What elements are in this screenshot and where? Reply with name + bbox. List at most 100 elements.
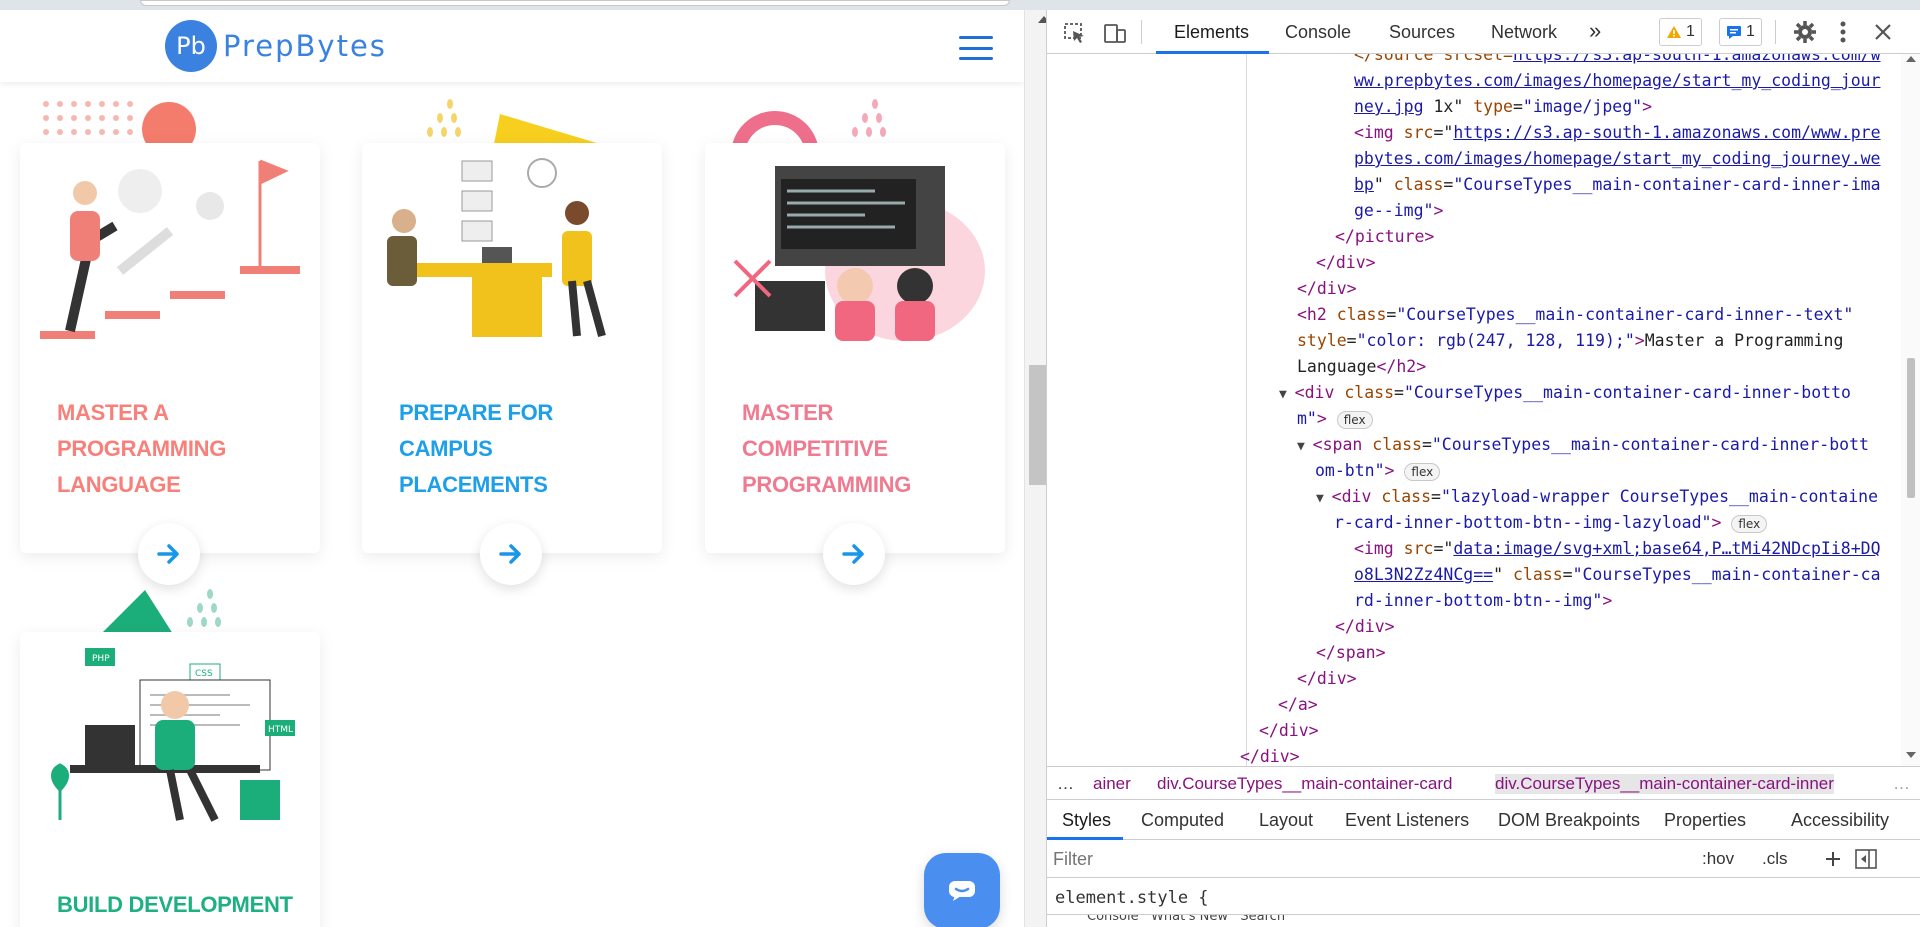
tab-dom-breakpoints[interactable]: DOM Breakpoints xyxy=(1498,810,1640,831)
dom-line[interactable]: </a> xyxy=(1278,692,1318,718)
dom-line[interactable]: <h2 class="CourseTypes__main-container-c… xyxy=(1297,302,1853,328)
toolbar-divider xyxy=(1775,20,1776,44)
course-card-competitive[interactable]: Master Competitive Programming xyxy=(705,143,1005,585)
css-label: CSS xyxy=(195,669,213,679)
chat-button[interactable] xyxy=(924,853,1000,927)
tab-properties[interactable]: Properties xyxy=(1664,810,1746,831)
inspect-element-icon[interactable] xyxy=(1063,22,1087,44)
dom-line[interactable]: </source srcset=https://s3.ap-south-1.am… xyxy=(1354,54,1881,68)
more-tabs-button[interactable]: » xyxy=(1589,18,1601,44)
devtools-toolbar: Elements Console Sources Network » 1 1 xyxy=(1047,10,1920,54)
breadcrumb: … ainer div.CourseTypes__main-container-… xyxy=(1047,766,1920,800)
warnings-badge[interactable]: 1 xyxy=(1659,18,1702,46)
messages-badge[interactable]: 1 xyxy=(1719,18,1762,46)
dom-line[interactable]: </div> xyxy=(1335,614,1395,640)
dom-line[interactable]: o8L3N2Zz4NCg==" class="CourseTypes__main… xyxy=(1354,562,1881,588)
dom-line[interactable]: bp" class="CourseTypes__main-container-c… xyxy=(1354,172,1881,198)
styles-filter-input[interactable] xyxy=(1053,846,1693,872)
dom-line[interactable]: ge--img"> xyxy=(1354,198,1443,224)
dom-line[interactable]: <img src="https://s3.ap-south-1.amazonaw… xyxy=(1354,120,1881,146)
browser-top-strip xyxy=(0,0,1920,10)
dom-line[interactable]: </div> xyxy=(1259,718,1319,744)
tab-accessibility[interactable]: Accessibility xyxy=(1791,810,1889,831)
arrow-right-icon xyxy=(842,544,864,564)
dom-line[interactable]: r-card-inner-bottom-btn--img-lazyload"> … xyxy=(1334,510,1768,536)
tab-console[interactable]: Console xyxy=(1285,22,1351,43)
dom-line[interactable]: </div> xyxy=(1240,744,1300,766)
drawer-tabs[interactable]: Console What's New Search xyxy=(1087,915,1285,924)
php-label: PHP xyxy=(92,654,110,664)
element-style-rule[interactable]: element.style { xyxy=(1055,888,1209,908)
elements-dom-tree: </source srcset=https://s3.ap-south-1.am… xyxy=(1047,54,1920,766)
arrow-right-icon xyxy=(499,544,521,564)
illustration-staircase xyxy=(30,151,310,351)
course-card-placements[interactable]: Prepare for Campus Placements xyxy=(362,143,662,585)
dom-line[interactable]: m"> flex xyxy=(1297,406,1373,432)
breadcrumb-more[interactable]: … xyxy=(1057,774,1074,794)
warnings-count: 1 xyxy=(1686,23,1695,40)
dom-line[interactable]: style="color: rgb(247, 128, 119);">Maste… xyxy=(1297,328,1843,354)
card-title: Prepare for Campus Placements xyxy=(399,400,553,497)
card-title: Master Competitive Programming xyxy=(742,400,912,497)
dom-line[interactable]: ww.prepbytes.com/images/homepage/start_m… xyxy=(1354,68,1881,94)
breadcrumb-item-selected[interactable]: div.CourseTypes__main-container-card-inn… xyxy=(1495,774,1834,794)
dom-line[interactable]: ▼ <span class="CourseTypes__main-contain… xyxy=(1297,432,1869,460)
hov-toggle[interactable]: :hov xyxy=(1702,849,1734,869)
scroll-down-arrow-icon[interactable] xyxy=(1906,752,1916,758)
settings-gear-icon[interactable] xyxy=(1793,20,1817,44)
hamburger-menu-icon[interactable] xyxy=(959,36,993,60)
dom-line[interactable]: pbytes.com/images/homepage/start_my_codi… xyxy=(1354,146,1881,172)
new-style-rule-icon[interactable] xyxy=(1825,851,1841,867)
site-header: Pb PrepBytes xyxy=(0,10,1024,82)
scroll-up-arrow-icon[interactable] xyxy=(1906,56,1916,62)
toggle-sidebar-icon[interactable] xyxy=(1855,849,1877,869)
course-card-development[interactable]: PHP CSS HTML Build Development xyxy=(20,632,320,927)
dom-line[interactable]: ▼ <div class="CourseTypes__main-containe… xyxy=(1279,380,1851,408)
dom-line[interactable]: </div> xyxy=(1297,666,1357,692)
dom-line[interactable]: <img src="data:image/svg+xml;base64,P…tM… xyxy=(1354,536,1881,562)
dom-line[interactable]: </picture> xyxy=(1335,224,1434,250)
dom-line[interactable]: rd-inner-bottom-btn--img"> xyxy=(1354,588,1612,614)
tab-layout[interactable]: Layout xyxy=(1259,810,1313,831)
course-card-programming[interactable]: Master a Programming Language xyxy=(20,143,320,585)
indent-guide xyxy=(1246,54,1247,766)
dom-line[interactable]: </div> xyxy=(1297,276,1357,302)
tab-styles[interactable]: Styles xyxy=(1062,810,1111,831)
dom-line[interactable]: ▼ <div class="lazyload-wrapper CourseTyp… xyxy=(1316,484,1878,512)
flex-badge[interactable]: flex xyxy=(1731,514,1768,533)
dom-line[interactable]: </span> xyxy=(1316,640,1386,666)
flex-badge[interactable]: flex xyxy=(1336,410,1373,429)
card-arrow-button[interactable] xyxy=(138,523,200,585)
card-arrow-button[interactable] xyxy=(823,523,885,585)
styles-filter-bar: :hov .cls xyxy=(1047,840,1920,878)
logo-text: PrepBytes xyxy=(223,29,387,63)
devtools-panel: Elements Console Sources Network » 1 1 <… xyxy=(1046,10,1920,927)
breadcrumb-item[interactable]: div.CourseTypes__main-container-card xyxy=(1157,774,1452,794)
dom-line[interactable]: om-btn"> flex xyxy=(1315,458,1441,484)
cls-toggle[interactable]: .cls xyxy=(1762,849,1788,869)
card-title: Master a Programming Language xyxy=(57,400,227,497)
breadcrumb-item[interactable]: ainer xyxy=(1093,774,1131,794)
tab-event-listeners[interactable]: Event Listeners xyxy=(1345,810,1469,831)
tab-computed[interactable]: Computed xyxy=(1141,810,1224,831)
more-options-icon[interactable] xyxy=(1839,20,1847,44)
messages-count: 1 xyxy=(1746,23,1755,40)
close-devtools-icon[interactable] xyxy=(1873,22,1893,42)
tab-sources[interactable]: Sources xyxy=(1389,22,1455,43)
dom-line[interactable]: Language</h2> xyxy=(1297,354,1426,380)
breadcrumb-more[interactable]: … xyxy=(1893,774,1910,794)
site-logo[interactable]: Pb PrepBytes xyxy=(165,20,387,72)
arrow-right-icon xyxy=(157,544,179,564)
tab-network[interactable]: Network xyxy=(1491,22,1557,43)
dom-tree-scrollbar[interactable] xyxy=(1901,54,1920,766)
card-arrow-button[interactable] xyxy=(480,523,542,585)
dom-line[interactable]: ney.jpg 1x" type="image/jpeg"> xyxy=(1354,94,1652,120)
flex-badge[interactable]: flex xyxy=(1404,462,1441,481)
dom-line[interactable]: </div> xyxy=(1316,250,1376,276)
device-toolbar-icon[interactable] xyxy=(1103,22,1127,44)
address-bar-edge xyxy=(140,0,1010,6)
console-drawer: Console What's New Search xyxy=(1047,914,1920,927)
dom-tree-scrollbar-thumb[interactable] xyxy=(1907,358,1915,498)
illustration-interview xyxy=(372,151,652,351)
tab-elements[interactable]: Elements xyxy=(1174,22,1249,43)
